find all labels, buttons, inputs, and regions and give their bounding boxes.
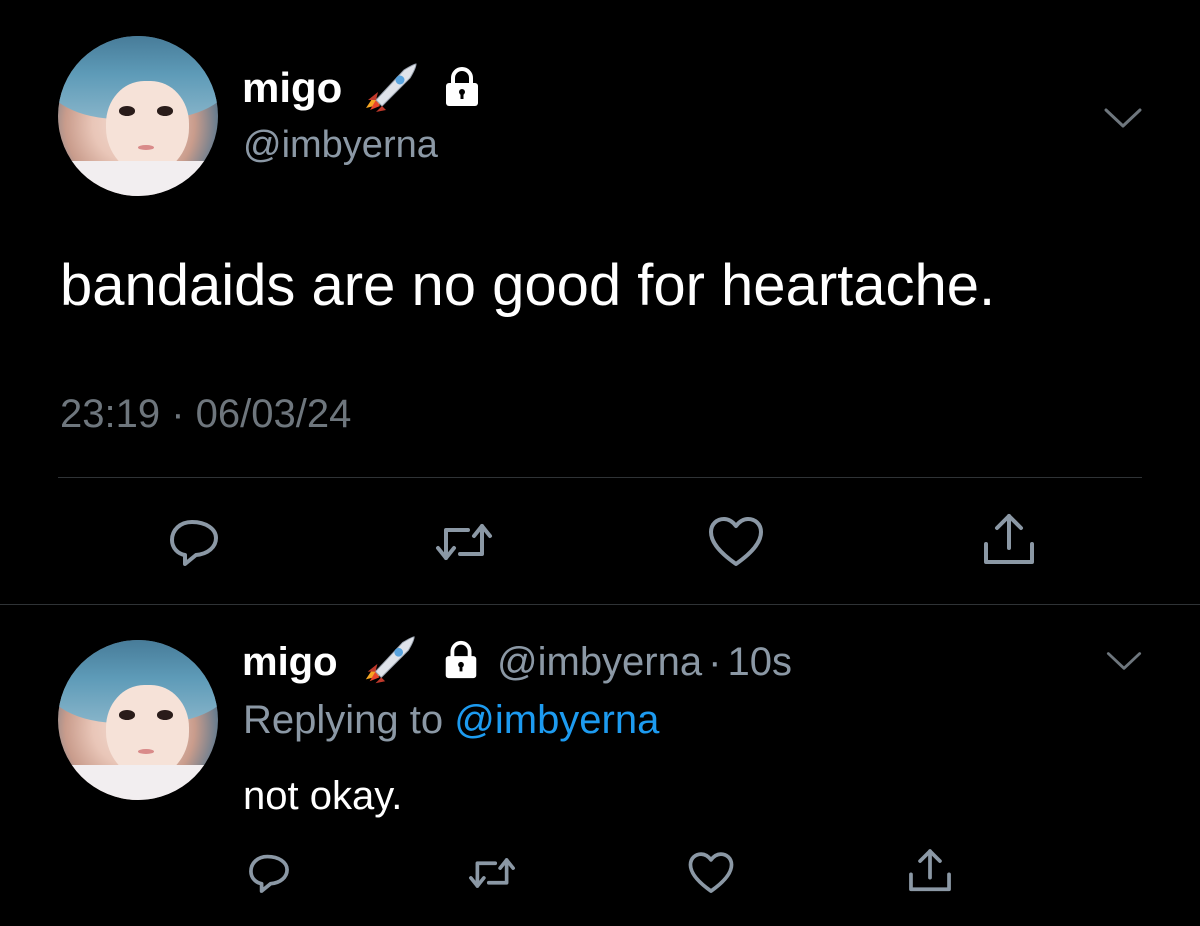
reply-icon[interactable] — [166, 514, 222, 570]
like-icon[interactable] — [706, 514, 766, 570]
rocket-icon — [360, 632, 418, 688]
retweet-icon[interactable] — [466, 850, 518, 896]
share-icon[interactable] — [906, 846, 954, 896]
reply-icon[interactable] — [246, 850, 292, 896]
replying-handle-link[interactable]: @imbyerna — [454, 698, 659, 742]
lock-icon — [440, 638, 482, 680]
chevron-down-icon[interactable] — [1104, 648, 1144, 672]
chevron-down-icon[interactable] — [1102, 104, 1144, 130]
lock-icon — [440, 64, 484, 108]
rocket-icon — [360, 60, 420, 116]
share-icon[interactable] — [980, 510, 1038, 570]
like-icon[interactable] — [686, 850, 736, 896]
divider — [0, 604, 1200, 605]
separator: · — [708, 640, 722, 684]
reply-meta: @imbyerna · 10s — [497, 640, 792, 685]
replying-prefix: Replying to — [243, 698, 444, 742]
replying-to: Replying to @imbyerna — [243, 698, 659, 743]
author-name[interactable]: migo — [242, 640, 338, 685]
divider — [58, 477, 1142, 478]
tweet-text: bandaids are no good for heartache. — [60, 253, 996, 318]
retweet-icon[interactable] — [432, 514, 496, 570]
author-handle[interactable]: @imbyerna — [497, 640, 702, 684]
author-handle[interactable]: @imbyerna — [243, 124, 438, 167]
avatar[interactable] — [58, 640, 218, 800]
author-name[interactable]: migo — [242, 64, 342, 112]
tweet-timestamp[interactable]: 23:19 · 06/03/24 — [60, 392, 351, 437]
avatar[interactable] — [58, 36, 218, 196]
reply-time[interactable]: 10s — [727, 640, 792, 684]
reply-text: not okay. — [243, 774, 403, 818]
